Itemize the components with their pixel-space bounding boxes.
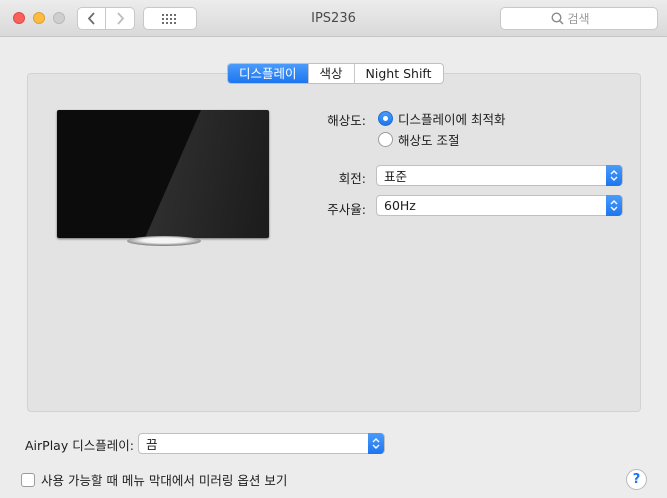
tab-display[interactable]: 디스플레이 xyxy=(228,64,308,83)
tab-color[interactable]: 색상 xyxy=(307,64,354,83)
resolution-option-scaled[interactable]: 해상도 조절 xyxy=(378,130,459,149)
mirroring-label: 사용 가능할 때 메뉴 막대에서 미러링 옵션 보기 xyxy=(41,473,288,488)
back-button[interactable] xyxy=(78,8,107,29)
radio-button-selected[interactable] xyxy=(378,111,393,126)
search-field[interactable] xyxy=(500,7,658,30)
grid-icon xyxy=(162,13,176,24)
radio-button[interactable] xyxy=(378,132,393,147)
help-button[interactable]: ? xyxy=(626,469,647,490)
rotation-label: 회전: xyxy=(338,171,366,186)
tab-bar: 디스플레이 색상 Night Shift xyxy=(227,63,444,84)
display-preview-image xyxy=(57,110,269,238)
popup-arrows-icon xyxy=(606,195,622,216)
resolution-option-default[interactable]: 디스플레이에 최적화 xyxy=(378,109,505,128)
popup-arrows-icon xyxy=(368,433,384,454)
popup-arrows-icon xyxy=(606,165,622,186)
airplay-display-label: AirPlay 디스플레이: xyxy=(25,438,134,453)
title-bar: IPS236 xyxy=(0,0,667,37)
chevron-right-icon xyxy=(116,12,124,25)
rotation-popup[interactable]: 표준 xyxy=(376,165,623,186)
resolution-label: 해상도: xyxy=(327,113,366,128)
mirroring-option[interactable]: 사용 가능할 때 메뉴 막대에서 미러링 옵션 보기 xyxy=(21,470,287,489)
minimize-window-button[interactable] xyxy=(33,12,45,24)
airplay-display-value: 끔 xyxy=(146,437,158,452)
zoom-window-button[interactable] xyxy=(53,12,65,24)
rotation-value: 표준 xyxy=(384,169,408,184)
navigation-buttons xyxy=(77,7,135,30)
chevron-left-icon xyxy=(87,12,95,25)
resolution-option-default-label: 디스플레이에 최적화 xyxy=(398,112,506,127)
resolution-option-scaled-label: 해상도 조절 xyxy=(398,133,460,148)
show-all-button[interactable] xyxy=(143,7,197,30)
screen-reflection xyxy=(145,110,269,238)
mirroring-checkbox[interactable] xyxy=(21,472,35,487)
display-stand xyxy=(127,236,201,246)
refresh-rate-value: 60Hz xyxy=(384,198,416,213)
close-window-button[interactable] xyxy=(13,12,25,24)
search-icon xyxy=(550,12,564,25)
refresh-rate-label: 주사율: xyxy=(327,202,366,217)
forward-button[interactable] xyxy=(106,8,134,29)
search-input[interactable] xyxy=(567,11,608,26)
airplay-display-popup[interactable]: 끔 xyxy=(138,433,385,454)
tab-night-shift[interactable]: Night Shift xyxy=(353,64,443,83)
refresh-rate-popup[interactable]: 60Hz xyxy=(376,195,623,216)
